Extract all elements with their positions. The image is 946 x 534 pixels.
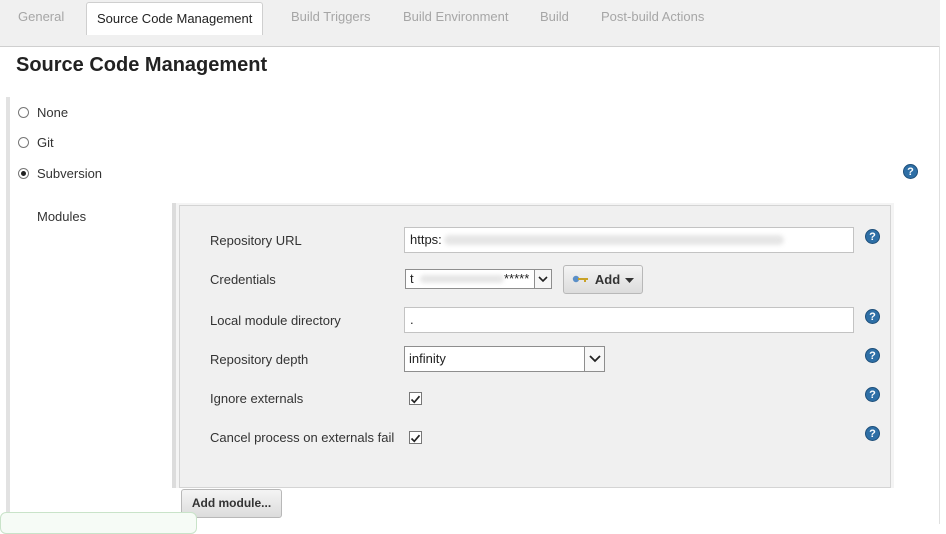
radio-label-subversion: Subversion [37,165,103,181]
help-icon-repository-depth[interactable]: ? [865,348,880,363]
credentials-select[interactable]: t ***** [405,269,552,289]
local-module-directory-label: Local module directory [210,313,341,328]
credentials-label: Credentials [210,272,276,287]
chevron-down-icon [584,347,604,371]
radio-label-git: Git [37,134,54,150]
local-module-directory-input[interactable]: . [404,307,854,333]
key-icon [572,272,590,287]
credentials-value-suffix: ***** [504,271,530,286]
redacted-url [444,235,784,245]
radio-none[interactable] [18,106,29,118]
radio-subversion[interactable] [18,167,29,179]
tab-general[interactable]: General [8,0,74,34]
content-border [939,46,940,524]
help-icon-subversion[interactable]: ? [903,164,918,179]
checkmark-icon [410,434,421,443]
ignore-externals-checkbox[interactable] [409,392,422,405]
ignore-externals-label: Ignore externals [210,391,304,406]
local-module-directory-value: . [410,312,414,327]
help-icon-ignore-externals[interactable]: ? [865,387,880,402]
scm-option-none[interactable]: None [18,102,68,122]
tab-build[interactable]: Build [530,0,579,34]
tab-source-code-management[interactable]: Source Code Management [86,2,264,35]
tab-post-build-actions[interactable]: Post-build Actions [591,0,714,34]
cancel-process-label: Cancel process on externals fail [210,430,395,445]
chevron-down-icon [534,270,551,288]
repository-depth-value: infinity [409,351,446,366]
credentials-value-prefix: t [410,271,414,286]
section-indent-bar [6,97,10,524]
repository-depth-label: Repository depth [210,352,309,367]
repository-url-value: https: [410,232,442,247]
notification-bar [0,512,197,534]
repository-url-label: Repository URL [210,233,302,248]
scm-option-git[interactable]: Git [18,132,54,152]
modules-label: Modules [37,209,87,224]
redacted-credentials [420,275,504,283]
repository-depth-select[interactable]: infinity [404,346,605,372]
cancel-process-checkbox[interactable] [409,431,422,444]
dropdown-caret-icon [625,272,635,287]
help-icon-cancel-process[interactable]: ? [865,426,880,441]
radio-git[interactable] [18,136,29,148]
tab-build-environment[interactable]: Build Environment [393,0,519,34]
radio-label-none: None [37,104,69,120]
checkmark-icon [410,395,421,404]
tab-bar: General Source Code Management Build Tri… [0,0,940,47]
add-module-button[interactable]: Add module... [181,489,282,518]
help-icon-local-module-directory[interactable]: ? [865,309,880,324]
add-button-label: Add [594,272,621,287]
help-icon-repository-url[interactable]: ? [865,229,880,244]
section-title: Source Code Management [16,54,268,76]
tab-build-triggers[interactable]: Build Triggers [281,0,380,34]
add-credentials-button[interactable]: Add [563,265,643,294]
scm-option-subversion[interactable]: Subversion [18,163,102,183]
